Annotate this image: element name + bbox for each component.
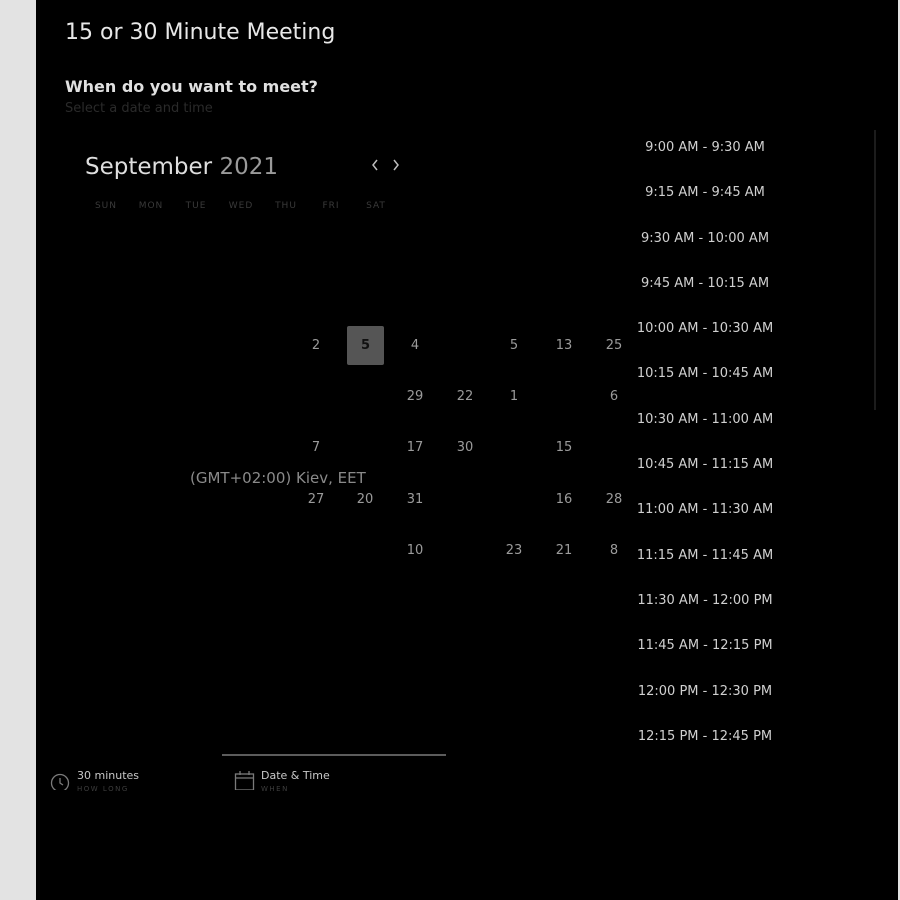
time-slot[interactable]: 9:30 AM - 10:00 AM bbox=[582, 231, 828, 246]
step-date-time-sub: WHEN bbox=[261, 785, 289, 793]
calendar-day[interactable]: 22 bbox=[447, 379, 483, 415]
clock-icon bbox=[50, 773, 70, 790]
calendar-icon bbox=[234, 771, 255, 790]
time-slot[interactable]: 12:00 PM - 12:30 PM bbox=[582, 684, 828, 699]
time-slot[interactable]: 10:00 AM - 10:30 AM bbox=[582, 321, 828, 336]
weekday-label: FRI bbox=[322, 201, 340, 211]
weekday-label: TUE bbox=[185, 201, 207, 211]
calendar-day[interactable]: 30 bbox=[447, 430, 483, 466]
time-slot[interactable]: 12:15 PM - 12:45 PM bbox=[582, 729, 828, 744]
calendar-day[interactable]: 7 bbox=[298, 430, 334, 466]
time-slot-list: 9:00 AM - 9:30 AM 9:15 AM - 9:45 AM 9:30… bbox=[582, 130, 828, 750]
weekday-label: MON bbox=[138, 201, 164, 211]
time-slot[interactable]: 10:30 AM - 11:00 AM bbox=[582, 412, 828, 427]
time-slot-scrollbar[interactable] bbox=[874, 130, 876, 410]
time-slot[interactable]: 11:30 AM - 12:00 PM bbox=[582, 593, 828, 608]
step-duration-label: 30 minutes bbox=[77, 769, 140, 782]
calendar-day[interactable]: 2 bbox=[298, 328, 334, 364]
booking-panel: 15 or 30 Minute Meeting When do you want… bbox=[36, 0, 898, 900]
calendar-month: September bbox=[85, 154, 213, 180]
time-slot[interactable]: 10:15 AM - 10:45 AM bbox=[582, 366, 828, 381]
meeting-title: 15 or 30 Minute Meeting bbox=[65, 20, 336, 45]
weekday-label: SAT bbox=[366, 201, 386, 211]
calendar-day[interactable]: 13 bbox=[546, 328, 582, 364]
calendar-day-selected[interactable]: 5 bbox=[347, 326, 384, 365]
time-slot[interactable]: 11:45 AM - 12:15 PM bbox=[582, 638, 828, 653]
calendar-day[interactable]: 17 bbox=[397, 430, 433, 466]
date-question: When do you want to meet? bbox=[65, 77, 318, 96]
time-slot[interactable]: 11:00 AM - 11:30 AM bbox=[582, 502, 828, 517]
calendar-day[interactable]: 10 bbox=[397, 533, 433, 569]
time-slot[interactable]: 9:15 AM - 9:45 AM bbox=[582, 185, 828, 200]
calendar-day[interactable]: 27 bbox=[298, 482, 334, 518]
weekday-header: SUN MON TUE WED THU FRI SAT bbox=[86, 201, 401, 213]
next-month-button[interactable] bbox=[388, 158, 404, 176]
weekday-label: THU bbox=[275, 201, 297, 211]
time-slot[interactable]: 10:45 AM - 11:15 AM bbox=[582, 457, 828, 472]
calendar-month-year: September 2021 bbox=[85, 154, 278, 180]
time-slot[interactable]: 9:45 AM - 10:15 AM bbox=[582, 276, 828, 291]
active-step-indicator bbox=[222, 754, 446, 756]
calendar-day[interactable]: 4 bbox=[397, 328, 433, 364]
calendar-day[interactable]: 15 bbox=[546, 430, 582, 466]
calendar-day[interactable]: 31 bbox=[397, 482, 433, 518]
calendar-day[interactable]: 23 bbox=[496, 533, 532, 569]
date-hint: Select a date and time bbox=[65, 101, 213, 116]
weekday-label: WED bbox=[228, 201, 254, 211]
calendar-day[interactable]: 1 bbox=[496, 379, 532, 415]
step-date-time-label: Date & Time bbox=[261, 769, 330, 782]
time-slot[interactable]: 11:15 AM - 11:45 AM bbox=[582, 548, 828, 563]
calendar-day[interactable]: 16 bbox=[546, 482, 582, 518]
weekday-label: SUN bbox=[94, 201, 118, 211]
chevron-left-icon bbox=[372, 159, 378, 171]
calendar-day[interactable]: 21 bbox=[546, 533, 582, 569]
time-slot[interactable]: 9:00 AM - 9:30 AM bbox=[582, 140, 828, 155]
timezone-selector[interactable]: (GMT+02:00) Kiev, EET bbox=[190, 469, 366, 487]
chevron-right-icon bbox=[393, 159, 399, 171]
calendar-year: 2021 bbox=[219, 154, 278, 180]
calendar-day[interactable]: 29 bbox=[397, 379, 433, 415]
calendar-day[interactable]: 5 bbox=[496, 328, 532, 364]
calendar-day[interactable]: 20 bbox=[347, 482, 383, 518]
prev-month-button[interactable] bbox=[367, 158, 383, 176]
step-duration-sub: HOW LONG bbox=[77, 785, 129, 793]
